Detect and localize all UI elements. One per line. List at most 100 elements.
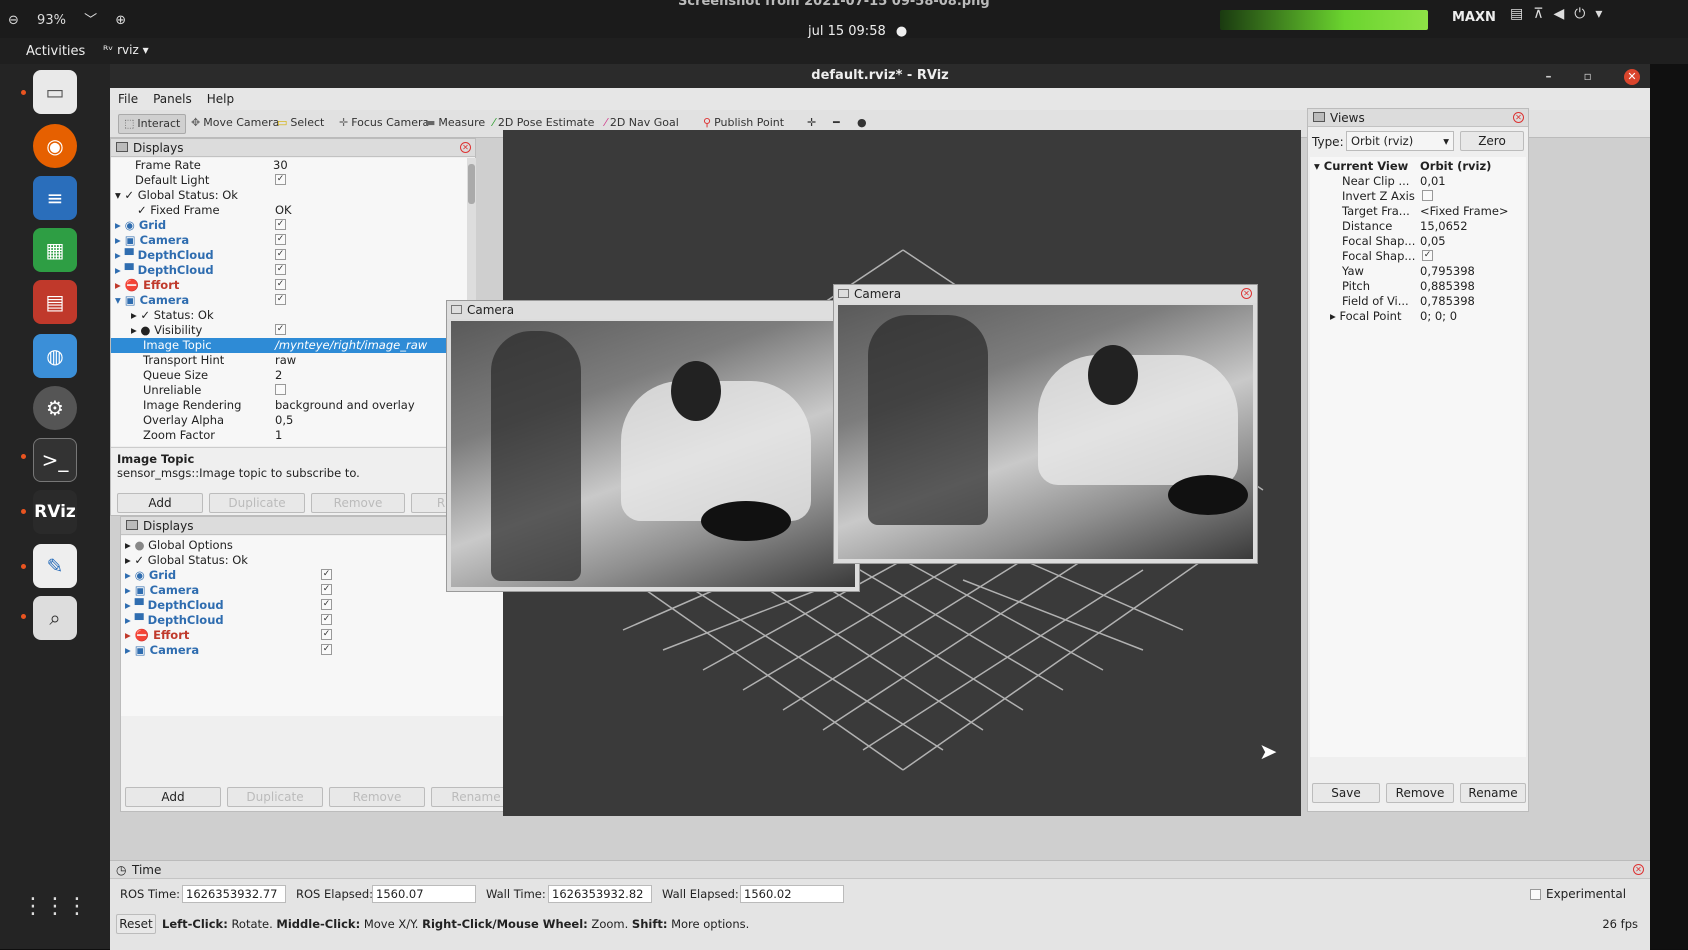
close-icon[interactable]: ✕ (460, 142, 471, 153)
software-icon[interactable]: ◍ (33, 334, 77, 378)
close-icon[interactable]: ✕ (1241, 288, 1252, 299)
window-titlebar[interactable]: default.rviz* - RViz – ▫ ✕ (110, 64, 1650, 88)
camera-checkbox[interactable]: ✓ (275, 294, 286, 305)
display-camera[interactable]: ▸ ▣ Camera ✓ (121, 643, 525, 658)
chevron-down-icon[interactable]: ﹀ (84, 13, 97, 28)
move-camera-tool[interactable]: ✥ Move Camera (186, 114, 284, 134)
power-icon[interactable]: ⏻ (1574, 6, 1595, 22)
camera-checkbox[interactable]: ✓ (275, 234, 286, 245)
select-tool[interactable]: ▭ Select (272, 114, 329, 134)
add-button[interactable]: Add (117, 493, 203, 513)
firefox-icon[interactable]: ◉ (33, 124, 77, 168)
camera-checkbox[interactable]: ✓ (321, 644, 332, 655)
app-grid-icon[interactable]: ⋮⋮⋮ (22, 884, 88, 928)
remove-button[interactable]: Remove (1386, 783, 1454, 803)
prop-status-ok[interactable]: ▸ ✓ Status: Ok (111, 308, 467, 323)
display-depthcloud[interactable]: ▸ ▀ DepthCloud ✓ (121, 613, 525, 628)
prop-frame-rate[interactable]: Frame Rate 30 (111, 158, 467, 173)
activities-button[interactable]: Activities (26, 44, 85, 59)
system-tray[interactable]: ▤⊼◀⏻▾ (1510, 6, 1612, 22)
prop-queue-size[interactable]: Queue Size 2 (111, 368, 467, 383)
zoom-in-icon[interactable]: ⊕ (115, 13, 126, 28)
volume-icon[interactable]: ◀ (1553, 6, 1574, 22)
prop-visibility[interactable]: ▸ ● Visibility ✓ (111, 323, 467, 338)
prop-focal-shape-fixed[interactable]: Focal Shap... ✓ (1310, 249, 1526, 264)
depthcloud-checkbox[interactable]: ✓ (275, 264, 286, 275)
prop-transport-hint[interactable]: Transport Hint raw (111, 353, 467, 368)
impress-icon[interactable]: ▤ (33, 280, 77, 324)
invert-z-checkbox[interactable] (1422, 190, 1433, 201)
depthcloud-checkbox[interactable]: ✓ (321, 614, 332, 625)
prop-zoom-factor[interactable]: Zoom Factor 1 (111, 428, 467, 443)
interact-tool[interactable]: ⬚ Interact (118, 114, 187, 134)
prop-field-of-view[interactable]: Field of Vi... 0,785398 (1310, 294, 1526, 309)
network-icon[interactable]: ⊼ (1533, 6, 1553, 22)
remove-button[interactable]: Remove (329, 787, 425, 807)
prop-distance[interactable]: Distance 15,0652 (1310, 219, 1526, 234)
power-mode[interactable]: MAXN (1452, 10, 1496, 25)
camera-checkbox[interactable]: ✓ (321, 584, 332, 595)
app-menu[interactable]: ᴿᵛ rviz ▾ (103, 43, 149, 57)
focal-shape-checkbox[interactable]: ✓ (1422, 250, 1433, 261)
measure-tool[interactable]: ▬ Measure (420, 114, 490, 134)
prop-yaw[interactable]: Yaw 0,795398 (1310, 264, 1526, 279)
settings-icon[interactable]: ⚙ (33, 386, 77, 430)
grid-checkbox[interactable]: ✓ (321, 569, 332, 580)
close-icon[interactable]: ✕ (1633, 864, 1644, 875)
type-select[interactable]: Orbit (rviz) ▾ (1346, 131, 1454, 151)
camera-window-header[interactable]: Camera✕ (834, 285, 1257, 303)
add-button[interactable]: Add (125, 787, 221, 807)
menu-file[interactable]: File (110, 88, 145, 106)
grid-checkbox[interactable]: ✓ (275, 219, 286, 230)
display-effort[interactable]: ▸ ⛔ Effort ✓ (121, 628, 525, 643)
reset-button[interactable]: Reset (116, 914, 156, 934)
prop-focal-shape-size[interactable]: Focal Shap... 0,05 (1310, 234, 1526, 249)
wall-time-field[interactable]: 1626353932.82 (548, 885, 652, 903)
prop-overlay-alpha[interactable]: Overlay Alpha 0,5 (111, 413, 467, 428)
files-tray-icon[interactable]: ▤ (1510, 6, 1533, 22)
camera-window-right[interactable]: Camera ✕ (833, 284, 1258, 564)
prop-target-frame[interactable]: Target Fra... <Fixed Frame> (1310, 204, 1526, 219)
prop-invert-z[interactable]: Invert Z Axis (1310, 189, 1526, 204)
maximize-button[interactable]: ▫ (1584, 69, 1606, 83)
prop-image-rendering[interactable]: Image Rendering background and overlay (111, 398, 467, 413)
files-icon[interactable]: ▭ (33, 70, 77, 114)
prop-fixed-frame[interactable]: ✓ Fixed Frame OK (111, 203, 467, 218)
search-icon[interactable]: ⌕ (33, 596, 77, 640)
menu-panels[interactable]: Panels (145, 88, 199, 106)
effort-checkbox[interactable]: ✓ (275, 279, 286, 290)
display-depthcloud[interactable]: ▸ ▀ DepthCloud ✓ (121, 598, 525, 613)
wall-elapsed-field[interactable]: 1560.02 (740, 885, 844, 903)
visibility-checkbox[interactable]: ✓ (275, 324, 286, 335)
duplicate-button[interactable]: Duplicate (227, 787, 323, 807)
text-editor-icon[interactable]: ✎ (33, 544, 77, 588)
chevron-down-icon[interactable]: ▾ (1595, 6, 1612, 22)
rviz-icon[interactable]: RViz (33, 490, 77, 534)
depthcloud-checkbox[interactable]: ✓ (275, 249, 286, 260)
close-icon[interactable]: ✕ (1513, 112, 1524, 123)
prop-global-status[interactable]: ▾ ✓ Global Status: Ok (111, 188, 467, 203)
remove-button[interactable]: Remove (311, 493, 405, 513)
unreliable-checkbox[interactable] (275, 384, 286, 395)
prop-unreliable[interactable]: Unreliable (111, 383, 467, 398)
depthcloud-checkbox[interactable]: ✓ (321, 599, 332, 610)
experimental-checkbox[interactable] (1530, 889, 1541, 900)
save-button[interactable]: Save (1312, 783, 1380, 803)
zero-button[interactable]: Zero (1460, 131, 1524, 151)
prop-default-light[interactable]: Default Light ✓ (111, 173, 467, 188)
prop-image-topic[interactable]: Image Topic/mynteye/right/image_raw (111, 338, 467, 353)
rename-button[interactable]: Rename (1460, 783, 1526, 803)
effort-checkbox[interactable]: ✓ (321, 629, 332, 640)
display-camera[interactable]: ▸ ▣ Camera ✓ (111, 233, 467, 248)
minimize-button[interactable]: – (1545, 69, 1565, 83)
display-effort[interactable]: ▸ ⛔ Effort ✓ (111, 278, 467, 293)
writer-icon[interactable]: ≡ (33, 176, 77, 220)
image-topic-value[interactable]: /mynteye/right/image_raw (275, 338, 427, 352)
display-camera-expanded[interactable]: ▾ ▣ Camera ✓ (111, 293, 467, 308)
prop-pitch[interactable]: Pitch 0,885398 (1310, 279, 1526, 294)
camera-window-left[interactable]: Camera✕ (446, 300, 860, 592)
prop-near-clip[interactable]: Near Clip ... 0,01 (1310, 174, 1526, 189)
ros-time-field[interactable]: 1626353932.77 (182, 885, 286, 903)
duplicate-button[interactable]: Duplicate (209, 493, 305, 513)
zoom-out-icon[interactable]: ⊖ (8, 13, 19, 28)
